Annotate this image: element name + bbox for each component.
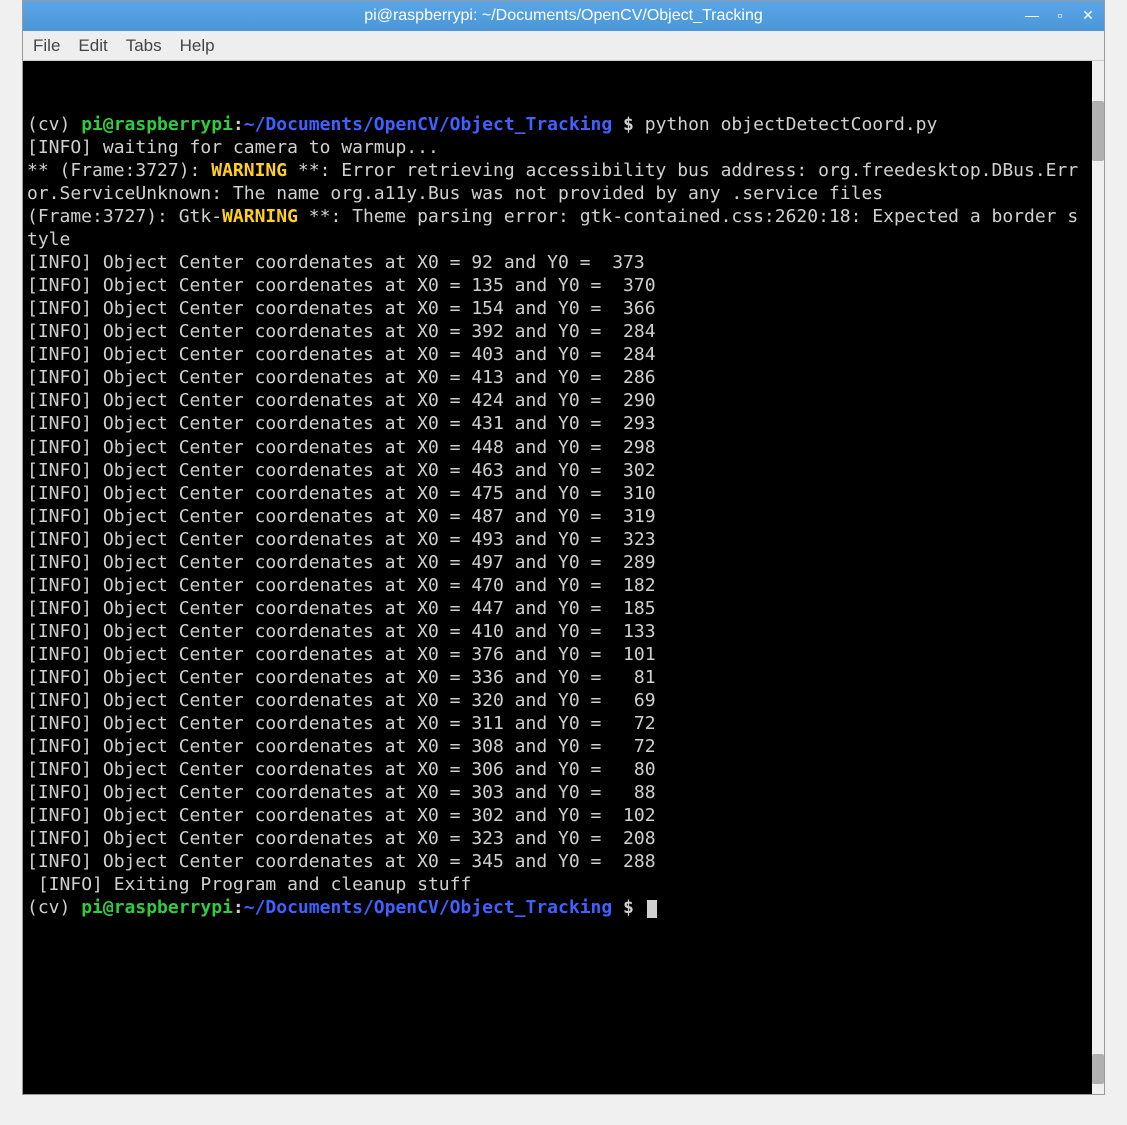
coord-line: [INFO] Object Center coordenates at X0 =… xyxy=(27,320,1086,343)
coord-line: [INFO] Object Center coordenates at X0 =… xyxy=(27,597,1086,620)
window-controls: — ▫ ✕ xyxy=(1022,5,1098,25)
scrollbar[interactable] xyxy=(1092,61,1104,1094)
coord-line: [INFO] Object Center coordenates at X0 =… xyxy=(27,689,1086,712)
exit-line: [INFO] Exiting Program and cleanup stuff xyxy=(27,873,1086,896)
venv-label: (cv) xyxy=(27,114,81,135)
menu-edit[interactable]: Edit xyxy=(78,36,107,56)
prompt-line-1: (cv) pi@raspberrypi:~/Documents/OpenCV/O… xyxy=(27,113,1086,136)
coord-line: [INFO] Object Center coordenates at X0 =… xyxy=(27,781,1086,804)
coord-line: [INFO] Object Center coordenates at X0 =… xyxy=(27,574,1086,597)
coord-line: [INFO] Object Center coordenates at X0 =… xyxy=(27,389,1086,412)
terminal-area[interactable]: (cv) pi@raspberrypi:~/Documents/OpenCV/O… xyxy=(23,61,1104,1094)
coord-line: [INFO] Object Center coordenates at X0 =… xyxy=(27,274,1086,297)
coord-line: [INFO] Object Center coordenates at X0 =… xyxy=(27,505,1086,528)
coord-line: [INFO] Object Center coordenates at X0 =… xyxy=(27,827,1086,850)
warning-tag: WARNING xyxy=(222,206,298,227)
prompt-line-2: (cv) pi@raspberrypi:~/Documents/OpenCV/O… xyxy=(27,896,1086,919)
coord-line: [INFO] Object Center coordenates at X0 =… xyxy=(27,343,1086,366)
scroll-thumb-bottom[interactable] xyxy=(1092,1054,1104,1084)
menu-file[interactable]: File xyxy=(33,36,60,56)
coord-line: [INFO] Object Center coordenates at X0 =… xyxy=(27,735,1086,758)
coord-line: [INFO] Object Center coordenates at X0 =… xyxy=(27,482,1086,505)
minimize-button[interactable]: — xyxy=(1022,5,1042,25)
coord-line: [INFO] Object Center coordenates at X0 =… xyxy=(27,620,1086,643)
coord-line: [INFO] Object Center coordenates at X0 =… xyxy=(27,758,1086,781)
prompt-path: ~/Documents/OpenCV/Object_Tracking xyxy=(244,897,612,918)
info-warmup: [INFO] waiting for camera to warmup... xyxy=(27,136,1086,159)
warning-tag: WARNING xyxy=(211,160,287,181)
menubar: File Edit Tabs Help xyxy=(23,31,1104,61)
coord-line: [INFO] Object Center coordenates at X0 =… xyxy=(27,297,1086,320)
coord-line: [INFO] Object Center coordenates at X0 =… xyxy=(27,528,1086,551)
coord-line: [INFO] Object Center coordenates at X0 =… xyxy=(27,666,1086,689)
prompt-dollar: $ xyxy=(612,897,645,918)
menu-tabs[interactable]: Tabs xyxy=(126,36,162,56)
warning-line-2: (Frame:3727): Gtk-WARNING **: Theme pars… xyxy=(27,205,1086,251)
coord-line: [INFO] Object Center coordenates at X0 =… xyxy=(27,412,1086,435)
prompt-user: pi@raspberrypi xyxy=(81,114,233,135)
coord-line: [INFO] Object Center coordenates at X0 =… xyxy=(27,850,1086,873)
coord-line: [INFO] Object Center coordenates at X0 =… xyxy=(27,712,1086,735)
close-button[interactable]: ✕ xyxy=(1078,5,1098,25)
warning-line-1: ** (Frame:3727): WARNING **: Error retri… xyxy=(27,159,1086,205)
coord-line: [INFO] Object Center coordenates at X0 =… xyxy=(27,643,1086,666)
coord-line: [INFO] Object Center coordenates at X0 =… xyxy=(27,436,1086,459)
coord-line: [INFO] Object Center coordenates at X0 =… xyxy=(27,251,1086,274)
coord-line: [INFO] Object Center coordenates at X0 =… xyxy=(27,551,1086,574)
terminal-window: pi@raspberrypi: ~/Documents/OpenCV/Objec… xyxy=(22,0,1105,1095)
coord-line: [INFO] Object Center coordenates at X0 =… xyxy=(27,366,1086,389)
scroll-thumb[interactable] xyxy=(1092,101,1104,161)
venv-label: (cv) xyxy=(27,897,81,918)
cursor xyxy=(647,900,657,918)
prompt-dollar: $ xyxy=(612,114,645,135)
titlebar[interactable]: pi@raspberrypi: ~/Documents/OpenCV/Objec… xyxy=(23,1,1104,31)
prompt-user: pi@raspberrypi xyxy=(81,897,233,918)
window-title: pi@raspberrypi: ~/Documents/OpenCV/Objec… xyxy=(364,7,762,25)
menu-help[interactable]: Help xyxy=(180,36,215,56)
maximize-button[interactable]: ▫ xyxy=(1050,5,1070,25)
command-text: python objectDetectCoord.py xyxy=(645,114,938,135)
coord-line: [INFO] Object Center coordenates at X0 =… xyxy=(27,459,1086,482)
prompt-path: ~/Documents/OpenCV/Object_Tracking xyxy=(244,114,612,135)
coord-line: [INFO] Object Center coordenates at X0 =… xyxy=(27,804,1086,827)
